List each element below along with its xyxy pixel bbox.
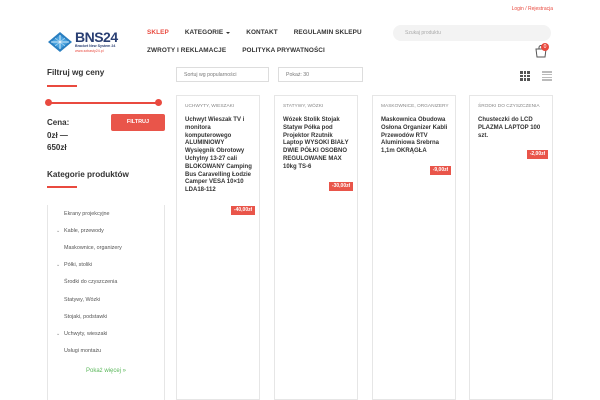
discount-badge: -40,00zł xyxy=(230,206,255,215)
product-title[interactable]: Uchwyt Wieszak TV i monitora komputerowe… xyxy=(185,117,255,195)
product-card[interactable]: UCHWYTY, WIESZAKI Uchwyt Wieszak TV i mo… xyxy=(176,95,260,400)
price-slider-min-handle[interactable] xyxy=(45,99,52,106)
chevron-down-icon[interactable]: ⌄ xyxy=(56,228,64,234)
main-nav: SKLEP KATEGORIE KONTAKT REGULAMIN SKLEPU… xyxy=(147,29,378,54)
product-title[interactable]: Chusteczki do LCD PLAZMA LAPTOP 100 szt. xyxy=(478,117,548,140)
category-item[interactable]: Usługi montażu xyxy=(48,343,164,360)
title-underline xyxy=(47,85,77,87)
product-card[interactable]: STATYWY, WÓZKI Wózek Stolik Stojak Staty… xyxy=(274,95,358,400)
category-item[interactable]: Stojaki, podstawki xyxy=(48,308,164,325)
search-placeholder: Szukaj produktu xyxy=(405,30,441,36)
chevron-down-icon[interactable]: ⌄ xyxy=(56,262,64,268)
logo-url: www.sxbasty24.pl xyxy=(75,49,104,53)
account-links: Login / Rejestracja xyxy=(512,6,553,12)
category-item[interactable]: Środki do czyszczenia xyxy=(48,274,164,291)
product-title[interactable]: Maskownica Obudowa Osłona Organizer Kabl… xyxy=(381,117,451,156)
discount-badge: -30,00zł xyxy=(328,182,353,191)
category-item[interactable]: Maskownice, organizery xyxy=(48,239,164,256)
sort-select[interactable]: Sortuj wg popularności xyxy=(176,67,269,82)
nav-item-sklep[interactable]: SKLEP xyxy=(147,29,169,36)
search-input[interactable]: Szukaj produktu xyxy=(393,25,551,41)
discount-badge: -2,00zł xyxy=(526,150,548,159)
min-price: 0zł xyxy=(47,130,58,140)
register-link[interactable]: Rejestracja xyxy=(528,6,553,12)
filter-button[interactable]: FILTRUJ xyxy=(111,114,165,131)
category-item[interactable]: ⌄ Uchwyty, wieszaki xyxy=(48,325,164,342)
chevron-down-icon[interactable]: ⌄ xyxy=(56,331,64,337)
product-category[interactable]: UCHWYTY, WIESZAKI xyxy=(185,104,234,109)
price-slider-track[interactable] xyxy=(47,102,159,104)
max-price: 650zł xyxy=(47,143,67,152)
price-slider-max-handle[interactable] xyxy=(155,99,162,106)
nav-item-regulamin[interactable]: REGULAMIN SKLEPU xyxy=(294,29,362,36)
category-item[interactable]: ⌄ Półki, stoliki xyxy=(48,257,164,274)
cart-count-badge: 0 xyxy=(541,43,549,51)
nav-item-kategorie[interactable]: KATEGORIE xyxy=(185,29,231,36)
list-view-icon[interactable] xyxy=(542,71,552,81)
categories-title: Kategorie produktów xyxy=(47,170,129,179)
price-range-label: Cena: 0zł — 650zł xyxy=(47,118,70,152)
login-link[interactable]: Login xyxy=(512,6,524,12)
product-card[interactable]: ŚRODKI DO CZYSZCZENIA Chusteczki do LCD … xyxy=(469,95,553,400)
category-list: Ekrany projekcyjne ⌄ Kable, przewody Mask… xyxy=(47,205,165,400)
category-item[interactable]: Statywy, Wózki xyxy=(48,291,164,308)
price-filter-title: Filtruj wg ceny xyxy=(47,68,105,77)
title-underline xyxy=(47,186,77,188)
site-logo[interactable]: BNS24 Bracket New System 24 www.sxbasty2… xyxy=(47,27,121,57)
per-page-select[interactable]: Pokaż: 30 xyxy=(278,67,363,82)
logo-title: BNS24 xyxy=(75,29,118,46)
show-more-link[interactable]: Pokaż więcej » xyxy=(48,368,164,374)
nav-item-zwroty[interactable]: ZWROTY I REKLAMACJE xyxy=(147,47,226,54)
product-title[interactable]: Wózek Stolik Stojak Statyw Półka pod Pro… xyxy=(283,117,353,172)
logo-globe-icon xyxy=(47,31,73,53)
product-category[interactable]: MASKOWNICE, ORGANIZERY xyxy=(381,104,449,109)
category-item[interactable]: Ekrany projekcyjne xyxy=(48,205,164,222)
product-category[interactable]: STATYWY, WÓZKI xyxy=(283,104,323,109)
product-card[interactable]: MASKOWNICE, ORGANIZERY Maskownica Obudow… xyxy=(372,95,456,400)
nav-item-kontakt[interactable]: KONTAKT xyxy=(246,29,277,36)
discount-badge: -9,00zł xyxy=(429,166,451,175)
nav-item-polityka[interactable]: POLITYKA PRYWATNOŚCI xyxy=(242,47,325,54)
chevron-down-icon xyxy=(226,31,231,34)
product-category[interactable]: ŚRODKI DO CZYSZCZENIA xyxy=(478,104,540,109)
grid-view-icon[interactable] xyxy=(520,71,530,81)
category-item[interactable]: ⌄ Kable, przewody xyxy=(48,222,164,239)
